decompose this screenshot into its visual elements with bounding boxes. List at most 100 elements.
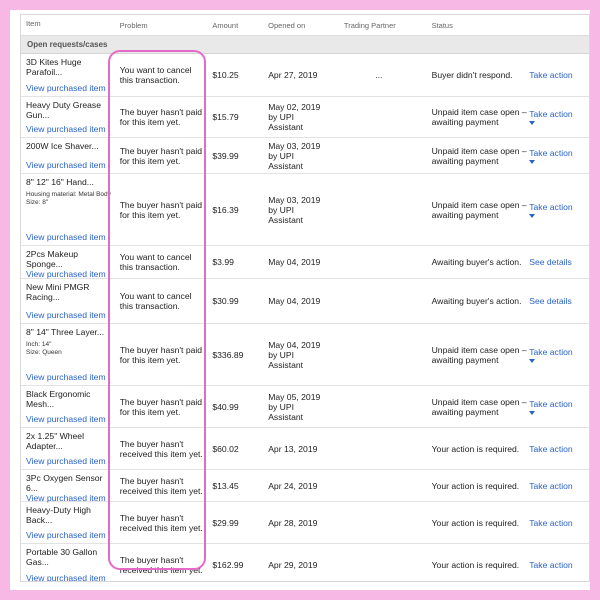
problem-cell: The buyer hasn't received this item yet. [119,475,203,496]
opened-on-cell: May 04, 2019 [268,296,321,306]
header-amount: Amount [212,20,239,30]
action-link[interactable]: Take action [529,70,589,80]
action-cell: Take action [529,428,589,469]
item-attribute-1: Inch: 14" [26,341,52,348]
view-purchased-item-link[interactable]: View purchased item [26,83,113,93]
item-cell: New Mini PMGR Racing... View purchased it… [21,279,113,323]
action-link[interactable]: Take action [529,202,589,212]
action-link[interactable]: See details [529,296,589,306]
amount-cell: $29.99 [212,517,239,528]
view-purchased-item-link[interactable]: View purchased item [26,456,113,466]
header-trading-partner: Trading Partner [343,20,396,30]
header-status: Status [431,20,453,30]
opened-on-cell: May 04, 2019 by UPI Assistant [268,339,321,370]
item-title: 2x 1.25" Wheel Adapter... [26,431,84,451]
trading-partner-cell: ... [375,70,383,80]
status-cell: Your action is required. [431,443,520,454]
opened-on-cell: May 05, 2019 by UPI Assistant [268,391,321,422]
view-purchased-item-link[interactable]: View purchased item [26,573,113,581]
opened-on-cell: May 02, 2019 by UPI Assistant [268,102,321,132]
opened-on-cell: May 03, 2019 by UPI Assistant [268,194,321,225]
opened-on-cell: Apr 24, 2019 [268,480,318,491]
view-purchased-item-link[interactable]: View purchased item [26,232,113,242]
trading-partner-cell [330,97,428,137]
item-cell: 8" 12" 16" Hand... Housing material: Meta… [21,174,113,245]
table-row: Portable 30 Gallon Gas... View purchased … [21,544,589,581]
header-item: Item [26,19,41,28]
action-cell: Take action [529,502,589,543]
view-purchased-item-link[interactable]: View purchased item [26,269,113,279]
item-title: 200W Ice Shaver... [26,141,99,151]
view-purchased-item-link[interactable]: View purchased item [26,160,113,170]
item-title: 8" 12" 16" Hand... [26,177,94,187]
action-cell: Take action [529,174,589,245]
amount-cell: $3.99 [212,257,234,267]
item-title: New Mini PMGR Racing... [26,282,90,302]
trading-partner-cell [330,470,428,501]
table-row: 3D Kites Huge Parafoil... View purchased … [21,54,589,97]
problem-cell: You want to cancel this transaction. [119,291,192,311]
view-purchased-item-link[interactable]: View purchased item [26,124,113,134]
trading-partner-cell [330,324,428,385]
item-attributes: Housing material: Metal Body Size: 8" [26,191,113,207]
action-cell: Take action [529,138,589,173]
status-cell: Buyer didn't respond. [431,70,513,80]
opened-on-cell: Apr 27, 2019 [268,70,318,80]
amount-cell: $16.39 [212,204,239,215]
opened-on-cell: Apr 13, 2019 [268,443,318,454]
problem-cell: You want to cancel this transaction. [119,252,192,272]
status-cell: Awaiting buyer's action. [431,257,522,267]
action-cell: Take action [529,324,589,385]
item-attribute-1: Housing material: Metal Body [26,191,111,198]
problem-cell: The buyer hasn't paid for this item yet. [119,199,203,220]
problem-cell: The buyer hasn't paid for this item yet. [119,396,203,417]
dropdown-caret-icon[interactable] [529,410,536,415]
problem-cell: The buyer hasn't received this item yet. [119,512,203,533]
item-cell: 3Pc Oxygen Sensor 6... View purchased ite… [21,470,113,503]
action-link[interactable]: See details [529,257,589,267]
action-link[interactable]: Take action [529,148,589,158]
header-opened-on: Opened on [268,20,306,30]
dropdown-caret-icon[interactable] [529,159,536,164]
trading-partner-cell [330,544,428,581]
problem-cell: You want to cancel this transaction. [119,65,192,85]
item-cell: 200W Ice Shaver... View purchased item [21,138,113,173]
action-link[interactable]: Take action [529,444,589,454]
item-attribute-2: Size: 8" [26,199,49,206]
view-purchased-item-link[interactable]: View purchased item [26,372,113,382]
status-cell: Unpaid item case open – awaiting payment [431,396,527,417]
item-title: 3Pc Oxygen Sensor 6... [26,473,103,493]
action-link[interactable]: Take action [529,481,589,491]
item-title: 8" 14" Three Layer... [26,327,105,337]
status-cell: Unpaid item case open – awaiting payment [431,344,527,365]
problem-cell: The buyer hasn't received this item yet. [119,555,203,575]
status-cell: Your action is required. [431,480,520,491]
action-cell: Take action [529,544,589,581]
view-purchased-item-link[interactable]: View purchased item [26,530,113,540]
action-link[interactable]: Take action [529,399,589,409]
action-link[interactable]: Take action [529,560,589,570]
item-cell: Heavy-Duty High Back... View purchased it… [21,502,113,543]
table-row: Heavy-Duty High Back... View purchased it… [21,502,589,544]
table-row: Heavy Duty Grease Gun... View purchased i… [21,97,589,138]
amount-cell: $162.99 [212,560,244,570]
trading-partner-cell [330,138,428,173]
item-cell: 2Pcs Makeup Sponge... View purchased item [21,246,113,279]
action-link[interactable]: Take action [529,347,589,357]
item-cell: Heavy Duty Grease Gun... View purchased i… [21,97,113,137]
action-link[interactable]: Take action [529,518,589,528]
opened-on-cell: May 03, 2019 by UPI Assistant [268,140,321,171]
dropdown-caret-icon[interactable] [529,121,536,125]
view-purchased-item-link[interactable]: View purchased item [26,414,113,424]
view-purchased-item-link[interactable]: View purchased item [26,310,113,320]
table-header: Item Problem Amount Opened on Trading Pa… [21,15,589,36]
table-row: 200W Ice Shaver... View purchased item The… [21,138,589,174]
table-row: 2Pcs Makeup Sponge... View purchased item… [21,246,589,279]
problem-cell: The buyer hasn't received this item yet. [119,438,203,459]
dropdown-caret-icon[interactable] [529,358,536,363]
action-link[interactable]: Take action [529,109,589,119]
dropdown-caret-icon[interactable] [529,213,536,218]
item-title: Heavy Duty Grease Gun... [26,100,101,120]
opened-on-cell: Apr 29, 2019 [268,560,318,570]
trading-partner-cell [330,246,428,278]
